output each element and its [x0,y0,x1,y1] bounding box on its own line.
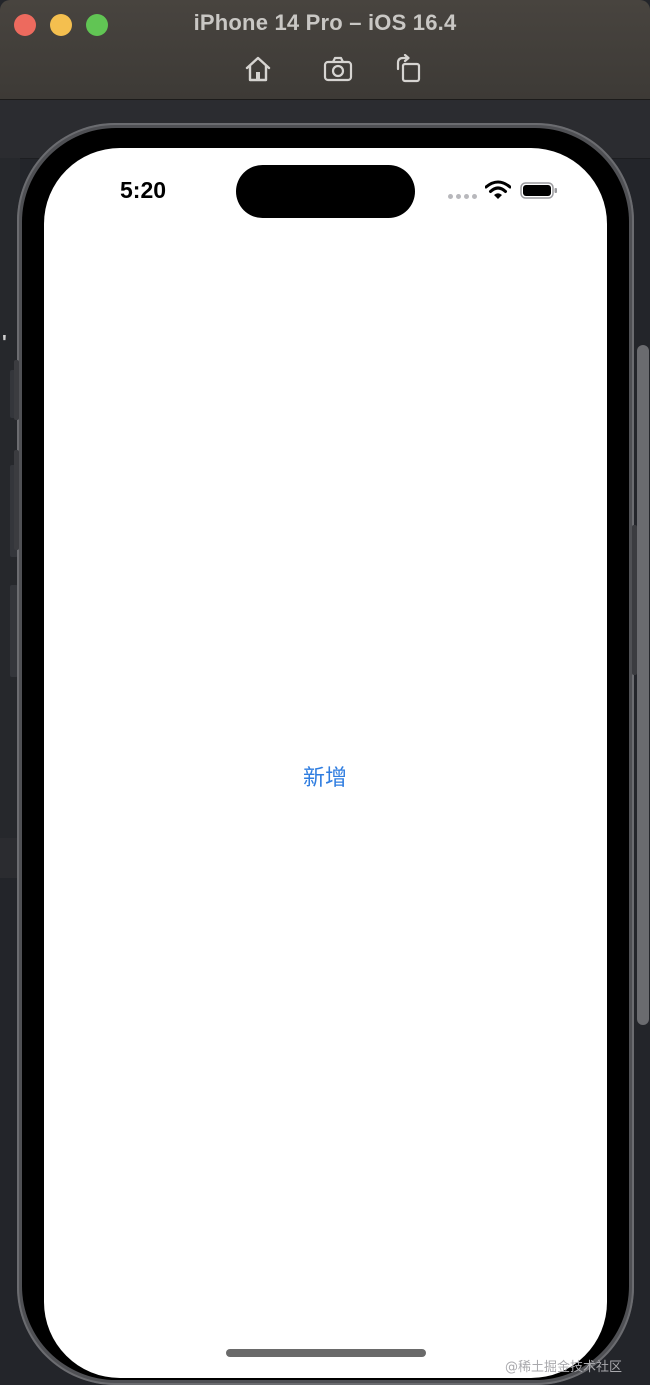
add-button[interactable]: 新增 [275,760,375,798]
device-side-button [632,525,637,675]
rotate-button[interactable] [393,54,423,84]
device-screen: 5:20 新增 [44,148,607,1378]
home-icon [245,56,271,82]
dynamic-island [236,165,415,218]
status-time: 5:20 [120,177,167,203]
background-scrollbar[interactable] [637,345,649,1025]
window-title: iPhone 14 Pro – iOS 16.4 [193,10,457,35]
cellular-dots-icon [448,194,477,199]
home-indicator[interactable] [226,1349,426,1357]
screenshot-button[interactable] [323,54,353,84]
watermark-text: @稀土掘金技术社区 [505,1360,623,1375]
home-button[interactable] [243,54,273,84]
device-side-button [14,450,19,550]
background-tick-mark: ' [2,332,7,354]
simulator-titlebar: iPhone 14 Pro – iOS 16.4 [0,0,650,100]
battery-icon [520,182,557,199]
rotate-icon [396,54,421,83]
camera-icon [323,56,353,82]
wifi-icon [485,180,511,199]
device-side-button [14,360,19,420]
